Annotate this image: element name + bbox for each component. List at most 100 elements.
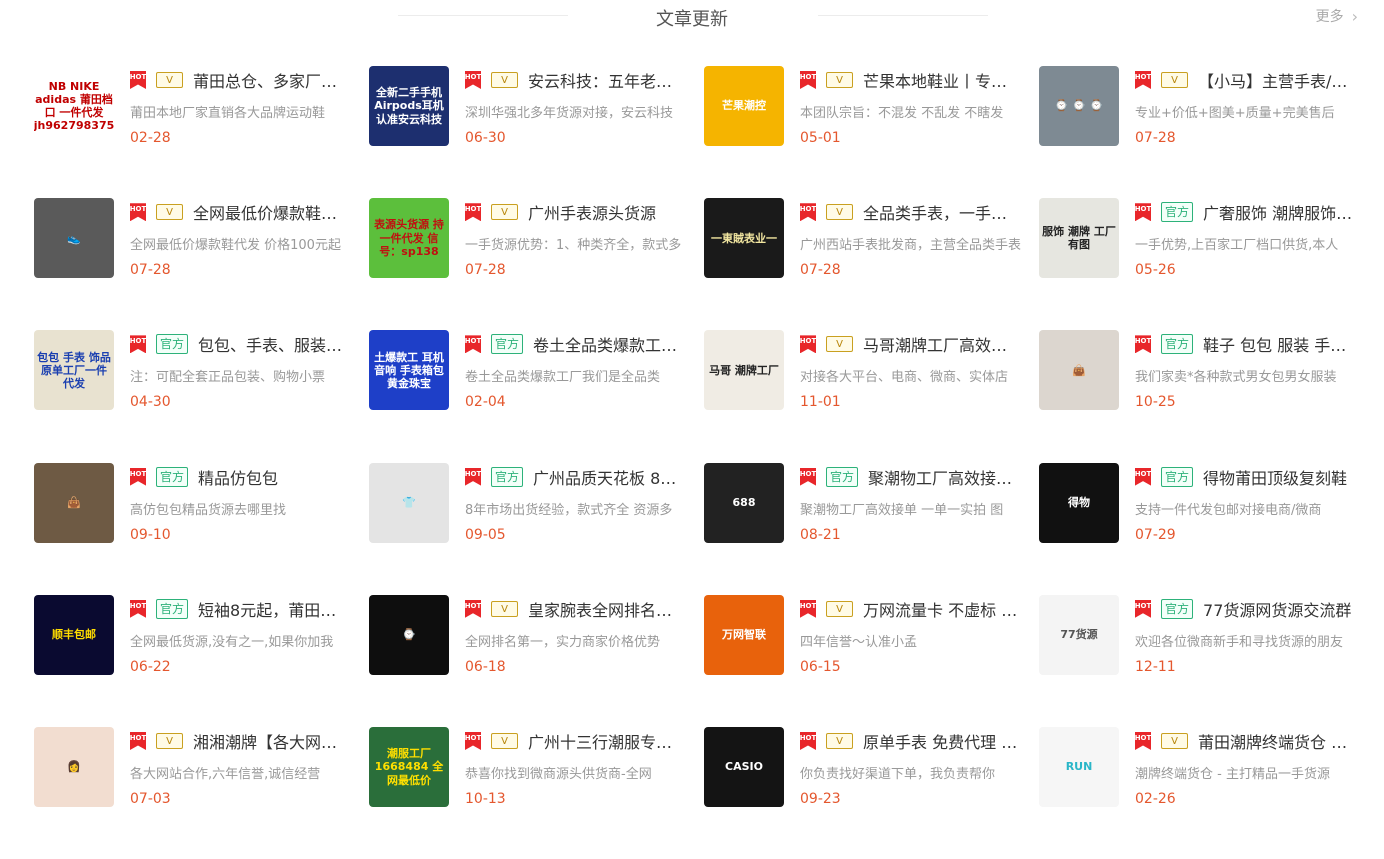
article-thumbnail[interactable]: 688 xyxy=(704,462,784,543)
article-title[interactable]: 广州品质天花板 8年老店 xyxy=(533,465,687,489)
article-thumbnail[interactable]: 得物 xyxy=(1039,462,1119,543)
article-thumbnail[interactable]: 潮服工厂 1668484 全网最低价 xyxy=(369,726,449,807)
article-card[interactable]: 潮服工厂 1668484 全网最低价 HOT V 广州十三行潮服专柜货源 恭喜你找到微商… xyxy=(369,726,704,807)
official-badge: 官方 xyxy=(491,466,524,487)
article-card[interactable]: 顺丰包邮 HOT 官方短袖8元起，莆田鞋40元起全网最低货源,没有之一,如果你加我 0… xyxy=(34,594,369,675)
article-title[interactable]: 短袖8元起，莆田鞋40元起 xyxy=(198,597,352,621)
article-card[interactable]: CASIO HOT V 原单手表 免费代理 一件代发你负责找好渠道下单，我负责帮你 09… xyxy=(704,726,1039,807)
article-title[interactable]: 广奢服饰 潮牌服饰 工厂直供 xyxy=(1203,200,1357,224)
article-thumbnail[interactable]: 👜 xyxy=(1039,330,1119,411)
article-title[interactable]: 全网最低价爆款鞋代发 xyxy=(193,200,352,224)
article-thumbnail[interactable]: 包包 手表 饰品 原单工厂一件代发 xyxy=(34,330,114,411)
hot-bookmark-icon: HOT xyxy=(800,731,816,750)
article-thumbnail[interactable]: 一東賊表业一 xyxy=(704,198,784,279)
article-info: HOT 官方聚潮物工厂高效接单一单一实拍聚潮物工厂高效接单 一单一实拍 图 08-2… xyxy=(800,463,1022,543)
hot-bookmark-icon: HOT xyxy=(1135,731,1151,750)
article-thumbnail[interactable]: RUN xyxy=(1039,726,1119,807)
article-title[interactable]: 万网流量卡 不虚标 不限速 xyxy=(863,597,1022,621)
article-date: 07-03 xyxy=(130,790,171,807)
article-title[interactable]: 湘湘潮牌【各大网站合作】 xyxy=(193,729,352,753)
article-info: HOT V 芒果本地鞋业丨专业运动鞋本团队宗旨：不混发 不乱发 不瞎发 05-01 xyxy=(800,66,1022,146)
article-thumbnail[interactable]: NB NIKE adidas 莆田档口 一件代发 jh962798375 xyxy=(34,66,114,146)
article-date: 02-28 xyxy=(130,130,171,146)
article-thumbnail[interactable]: 👜 xyxy=(34,462,114,543)
hot-bookmark-icon: HOT xyxy=(130,71,146,89)
article-card[interactable]: NB NIKE adidas 莆田档口 一件代发 jh962798375 HOT V… xyxy=(34,66,369,146)
article-thumbnail[interactable]: 芒果潮控 xyxy=(704,66,784,146)
article-card[interactable]: ⌚ ⌚ ⌚ HOT V 【小马】主营手表/各大品牌专业+价低+图美+质量+完美售后 07… xyxy=(1039,66,1364,146)
article-thumbnail[interactable]: 土爆款工 耳机音响 手表箱包 黄金珠宝 xyxy=(369,330,449,411)
article-card[interactable]: 👕 HOT 官方广州品质天花板 8年老店 8年市场出货经验，款式齐全 资源多 09-05 xyxy=(369,462,704,543)
article-card[interactable]: 👜 HOT 官方 精品仿包包 高仿包包精品货源去哪里找 09-10 xyxy=(34,462,369,543)
article-thumbnail[interactable]: 表源头货源 持一件代发 信号：sp138 xyxy=(369,198,449,279)
article-title[interactable]: 马哥潮牌工厂高效接单 xyxy=(863,332,1022,356)
article-info: HOT 官方广州品质天花板 8年老店 8年市场出货经验，款式齐全 资源多 09-05 xyxy=(465,463,687,543)
article-thumbnail[interactable]: CASIO xyxy=(704,726,784,807)
article-title[interactable]: 原单手表 免费代理 一件代发 xyxy=(863,729,1022,753)
article-title[interactable]: 精品仿包包 xyxy=(198,465,352,489)
article-info: HOT 官方卷土全品类爆款工厂货源卷土全品类爆款工厂我们是全品类 02-04 xyxy=(465,330,687,410)
article-title[interactable]: 包包、手表、服装、鞋子一件代发 xyxy=(198,332,352,356)
more-link[interactable]: 更多 › xyxy=(1316,6,1358,26)
official-badge: 官方 xyxy=(1161,598,1194,619)
article-card[interactable]: 包包 手表 饰品 原单工厂一件代发 HOT 官方包包、手表、服装、鞋子一件代发注：可… xyxy=(34,330,369,411)
article-info: HOT V 马哥潮牌工厂高效接单 对接各大平台、电商、微商、实体店 11-01 xyxy=(800,330,1022,410)
article-title[interactable]: 莆田总仓、多家厂家直供大牌运动鞋 xyxy=(193,68,352,92)
article-info: HOT 官方 77货源网货源交流群 欢迎各位微商新手和寻找货源的朋友 12-11 xyxy=(1135,595,1357,675)
article-thumbnail[interactable]: 万网智联 xyxy=(704,594,784,675)
hot-bookmark-icon: HOT xyxy=(1135,335,1151,354)
article-card[interactable]: 表源头货源 持一件代发 信号：sp138 HOT V 广州手表源头货源 一手货源优势：1… xyxy=(369,198,704,279)
article-thumbnail[interactable]: 全新二手手机 Airpods耳机 认准安云科技 xyxy=(369,66,449,146)
article-title[interactable]: 安云科技：五年老店二手手机 xyxy=(528,68,687,92)
vip-badge: V xyxy=(1161,732,1188,749)
article-thumbnail[interactable]: 顺丰包邮 xyxy=(34,594,114,675)
article-card[interactable]: 全新二手手机 Airpods耳机 认准安云科技 HOT V 安云科技：五年老店二手手机… xyxy=(369,66,704,146)
article-card[interactable]: 👟 HOT V 全网最低价爆款鞋代发 全网最低价爆款鞋代发 价格100元起 07-28 xyxy=(34,198,369,279)
article-card[interactable]: 👜 HOT 官方鞋子 包包 服装 手表 饰品我们家卖*各种款式男女包男女服装 10-2… xyxy=(1039,330,1364,411)
article-card[interactable]: 万网智联 HOT V 万网流量卡 不虚标 不限速四年信誉～认准小孟 06-15 xyxy=(704,594,1039,675)
article-thumbnail[interactable]: ⌚ ⌚ ⌚ xyxy=(1039,66,1119,146)
article-description: 一手优势,上百家工厂档口供货,本人 xyxy=(1135,238,1339,253)
article-card[interactable]: ⌚ HOT V 皇家腕表全网排名第一 全网排名第一，实力商家价格优势 06-18 xyxy=(369,594,704,675)
article-card[interactable]: 得物 HOT 官方 得物莆田顶级复刻鞋 支持一件代发包邮对接电商/微商 07-29 xyxy=(1039,462,1364,543)
title-row: HOT 官方广奢服饰 潮牌服饰 工厂直供 xyxy=(1135,198,1357,226)
article-card[interactable]: 77货源 HOT 官方 77货源网货源交流群 欢迎各位微商新手和寻找货源的朋友 12-11 xyxy=(1039,594,1364,675)
article-card[interactable]: 土爆款工 耳机音响 手表箱包 黄金珠宝 HOT 官方卷土全品类爆款工厂货源卷土全品类… xyxy=(369,330,704,411)
article-title[interactable]: 聚潮物工厂高效接单一单一实拍 xyxy=(868,465,1022,489)
article-thumbnail[interactable]: 👕 xyxy=(369,462,449,543)
article-card[interactable]: 688 HOT 官方聚潮物工厂高效接单一单一实拍聚潮物工厂高效接单 一单一实拍 图 0… xyxy=(704,462,1039,543)
article-title[interactable]: 皇家腕表全网排名第一 xyxy=(528,597,687,621)
title-row: HOT V 马哥潮牌工厂高效接单 xyxy=(800,330,1022,358)
article-info: HOT 官方短袖8元起，莆田鞋40元起全网最低货源,没有之一,如果你加我 06-22 xyxy=(130,595,352,675)
article-thumbnail[interactable]: 77货源 xyxy=(1039,594,1119,675)
article-card[interactable]: 马哥 潮牌工厂 HOT V 马哥潮牌工厂高效接单 对接各大平台、电商、微商、实体店 11-… xyxy=(704,330,1039,411)
article-title[interactable]: 全品类手表，一手货源 xyxy=(863,200,1022,224)
article-card[interactable]: 👩 HOT V 湘湘潮牌【各大网站合作】各大网站合作,六年信誉,诚信经营 07-03 xyxy=(34,726,369,807)
article-thumbnail[interactable]: 马哥 潮牌工厂 xyxy=(704,330,784,411)
article-thumbnail[interactable]: 服饰 潮牌 工厂有图 xyxy=(1039,198,1119,279)
article-card[interactable]: 一東賊表业一 HOT V 全品类手表，一手货源 广州西站手表批发商，主营全品类手表 07-… xyxy=(704,198,1039,279)
official-badge: 官方 xyxy=(1161,466,1194,487)
article-title[interactable]: 广州手表源头货源 xyxy=(528,200,687,224)
article-title[interactable]: 芒果本地鞋业丨专业运动鞋 xyxy=(863,68,1022,92)
article-title[interactable]: 得物莆田顶级复刻鞋 xyxy=(1203,465,1357,489)
article-description: 四年信誉～认准小孟 xyxy=(800,634,918,649)
article-thumbnail[interactable]: ⌚ xyxy=(369,594,449,675)
article-title[interactable]: 【小马】主营手表/各大品牌 xyxy=(1198,68,1357,92)
article-card[interactable]: 服饰 潮牌 工厂有图 HOT 官方广奢服饰 潮牌服饰 工厂直供一手优势,上百家工厂档… xyxy=(1039,198,1364,279)
article-card[interactable]: 芒果潮控 HOT V 芒果本地鞋业丨专业运动鞋本团队宗旨：不混发 不乱发 不瞎发 05-… xyxy=(704,66,1039,146)
title-row: HOT V 原单手表 免费代理 一件代发 xyxy=(800,727,1022,755)
article-title[interactable]: 鞋子 包包 服装 手表 饰品 xyxy=(1203,332,1357,356)
hot-bookmark-icon: HOT xyxy=(465,731,481,750)
article-thumbnail[interactable]: 👟 xyxy=(34,198,114,279)
title-row: HOT 官方包包、手表、服装、鞋子一件代发 xyxy=(130,330,352,358)
article-card[interactable]: RUN HOT V 莆田潮牌终端货仓 一手货源潮牌终端货仓 - 主打精品一手货源 02-… xyxy=(1039,726,1364,807)
official-badge: 官方 xyxy=(156,598,189,619)
article-date: 07-29 xyxy=(1135,526,1176,543)
article-thumbnail[interactable]: 👩 xyxy=(34,726,114,807)
article-title[interactable]: 卷土全品类爆款工厂货源 xyxy=(533,332,687,356)
vip-badge: V xyxy=(826,72,853,88)
article-title[interactable]: 莆田潮牌终端货仓 一手货源 xyxy=(1198,729,1357,753)
article-title[interactable]: 广州十三行潮服专柜货源 xyxy=(528,729,687,753)
article-title[interactable]: 77货源网货源交流群 xyxy=(1203,597,1357,621)
